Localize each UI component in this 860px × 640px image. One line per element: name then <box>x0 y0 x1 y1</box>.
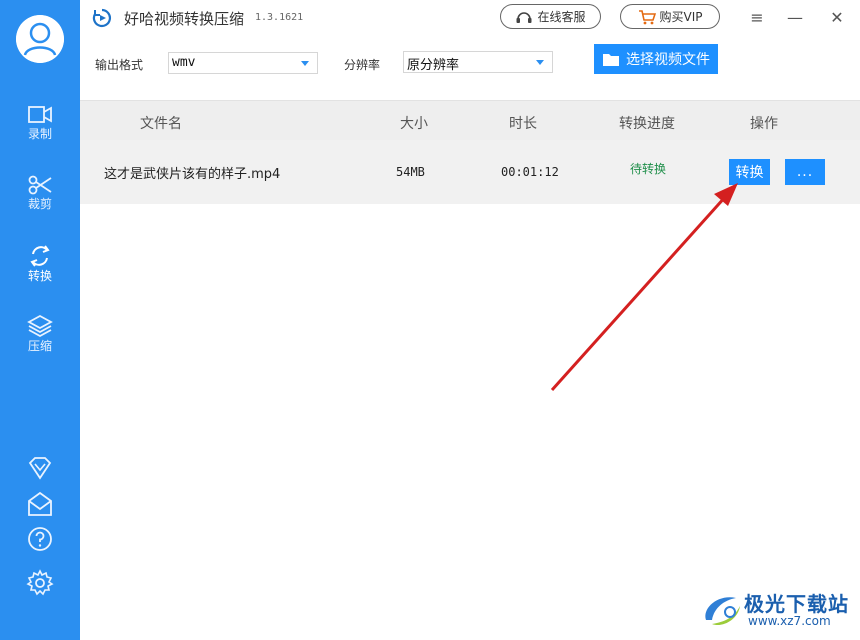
more-options-button[interactable]: ... <box>785 159 825 185</box>
watermark: 极光下载站 www.xz7.com <box>700 588 855 632</box>
settings-icon[interactable] <box>26 569 54 597</box>
output-format-value: wmv <box>172 55 196 70</box>
chevron-down-icon <box>301 61 309 66</box>
watermark-brand: 极光下载站 <box>744 592 849 616</box>
video-camera-icon <box>28 106 52 123</box>
resolution-value: 原分辨率 <box>407 58 460 73</box>
watermark-logo-icon <box>705 597 740 626</box>
column-header-progress: 转换进度 <box>619 116 675 132</box>
diamond-icon[interactable] <box>26 454 54 482</box>
mail-icon[interactable] <box>26 490 54 518</box>
buy-vip-label: 购买VIP <box>659 10 703 24</box>
close-button[interactable]: ✕ <box>826 6 848 28</box>
sidebar: 录制 裁剪 转换 压缩 <box>0 0 80 640</box>
file-duration: 00:01:12 <box>501 165 559 179</box>
help-icon[interactable] <box>26 525 54 553</box>
refresh-icon <box>30 245 50 267</box>
column-header-duration: 时长 <box>509 116 537 132</box>
sidebar-item-convert[interactable]: 转换 <box>0 244 80 296</box>
convert-button[interactable]: 转换 <box>729 159 770 185</box>
watermark-url: www.xz7.com <box>748 614 831 628</box>
avatar[interactable] <box>16 15 64 63</box>
menu-icon[interactable]: ≡ <box>746 6 768 28</box>
title-bar: 好哈视频转换压缩 1.3.1621 在线客服 购买VIP ≡ — ✕ <box>80 0 860 36</box>
sidebar-item-label: 转换 <box>27 269 52 283</box>
table-row[interactable]: 这才是武侠片该有的样子.mp4 54MB 00:01:12 待转换 转换 ... <box>80 140 860 204</box>
headset-icon <box>516 11 532 23</box>
output-format-label: 输出格式 <box>95 58 144 72</box>
scissors-icon <box>28 175 52 195</box>
status-badge: 待转换 <box>630 162 667 176</box>
user-icon <box>16 15 64 63</box>
annotation-arrow <box>550 183 738 392</box>
app-version: 1.3.1621 <box>255 12 304 23</box>
choose-video-file-label: 选择视频文件 <box>626 52 710 68</box>
folder-icon <box>603 53 619 66</box>
file-size: 54MB <box>396 165 425 179</box>
resolution-select[interactable]: 原分辨率 <box>403 51 553 73</box>
online-service-button[interactable]: 在线客服 <box>500 4 601 29</box>
chevron-down-icon <box>536 60 544 65</box>
online-service-label: 在线客服 <box>537 10 586 24</box>
sidebar-item-label: 裁剪 <box>27 197 52 211</box>
layers-icon <box>27 314 53 338</box>
sidebar-item-label: 录制 <box>27 127 52 141</box>
buy-vip-button[interactable]: 购买VIP <box>620 4 720 29</box>
app-window: 录制 裁剪 转换 压缩 好哈视频转换压缩 1.3.1621 在线客服 购买VIP… <box>0 0 860 640</box>
minimize-button[interactable]: — <box>784 6 806 28</box>
output-format-select[interactable]: wmv <box>168 52 318 74</box>
sidebar-item-label: 压缩 <box>27 339 52 353</box>
app-logo-icon <box>92 8 111 28</box>
choose-video-file-button[interactable]: 选择视频文件 <box>594 44 718 74</box>
cart-icon <box>638 9 656 24</box>
column-header-filename: 文件名 <box>140 116 182 132</box>
file-name: 这才是武侠片该有的样子.mp4 <box>104 167 281 182</box>
table-header: 文件名 大小 时长 转换进度 操作 <box>80 100 860 140</box>
sidebar-item-trim[interactable]: 裁剪 <box>0 174 80 226</box>
sidebar-item-compress[interactable]: 压缩 <box>0 314 80 366</box>
sidebar-item-record[interactable]: 录制 <box>0 104 80 156</box>
column-header-actions: 操作 <box>750 116 778 132</box>
column-header-size: 大小 <box>400 116 428 132</box>
resolution-label: 分辨率 <box>344 58 381 72</box>
app-title: 好哈视频转换压缩 <box>124 10 245 28</box>
